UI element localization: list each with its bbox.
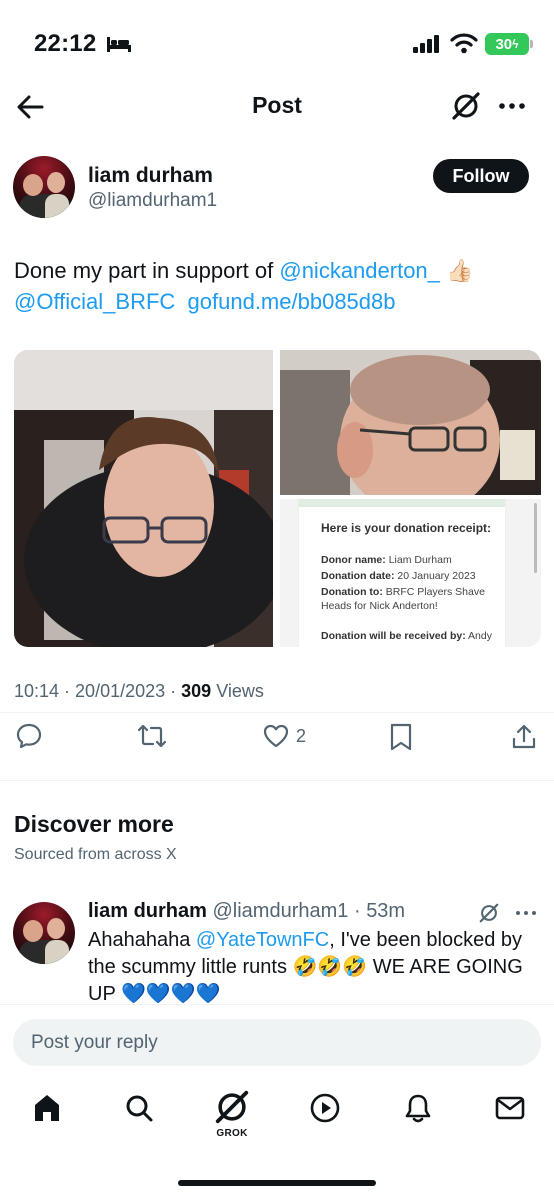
search-icon[interactable] [123, 1092, 155, 1124]
media-photo-selfie[interactable] [14, 350, 273, 647]
post-meta: 10:14 · 20/01/2023 · 309 Views [14, 681, 264, 701]
post-text: Done my part in support of @nickanderton… [14, 255, 534, 317]
more-options-icon[interactable] [514, 903, 538, 923]
media-donation-receipt[interactable]: Here is your donation receipt: Donor nam… [280, 499, 541, 647]
post-actions: 2 [0, 722, 554, 762]
divider [0, 780, 554, 781]
author-name[interactable]: liam durham [88, 164, 213, 188]
battery-nub [530, 40, 533, 48]
repost-icon [137, 724, 167, 748]
grok-icon[interactable] [450, 90, 482, 122]
wifi-icon [450, 33, 478, 54]
receipt-card: Here is your donation receipt: Donor nam… [298, 499, 506, 647]
mention-link[interactable]: @nickanderton_ [279, 258, 440, 283]
mention-link[interactable]: @YateTownFC [196, 929, 329, 951]
views-label: Views [216, 681, 264, 701]
reply-icon [16, 723, 42, 749]
battery-indicator: 30 ϟ [485, 33, 529, 55]
home-icon[interactable] [31, 1092, 63, 1124]
gofundme-link[interactable]: gofund.me/bb085d8b [188, 289, 396, 314]
divider [0, 712, 554, 713]
reply-input[interactable]: Post your reply [13, 1019, 541, 1066]
share-icon [512, 724, 536, 749]
media-grid: Here is your donation receipt: Donor nam… [14, 350, 541, 647]
receipt-received: Donation will be received by: Andy [321, 630, 492, 642]
like-count: 2 [296, 725, 307, 746]
grok-tab-icon[interactable] [213, 1088, 251, 1126]
receipt-donor: Donor name: Liam Durham [321, 554, 452, 566]
share-button[interactable] [510, 722, 538, 752]
author-handle[interactable]: @liamdurham1 [88, 190, 217, 212]
receipt-to: Donation to: BRFC Players Shave Heads fo… [321, 586, 485, 612]
receipt-scrollbar [534, 503, 537, 573]
bookmark-icon [390, 723, 412, 751]
reply-bar: Post your reply [0, 1004, 554, 1079]
grok-icon[interactable] [478, 902, 500, 924]
notifications-bell-icon[interactable] [402, 1092, 434, 1124]
recommended-post-text[interactable]: Ahahahaha @YateTownFC, I've been blocked… [88, 927, 528, 1008]
heart-icon [263, 724, 289, 748]
discover-title: Discover more [14, 811, 174, 837]
recommended-post-age: 53m [366, 900, 406, 922]
signal-icon [413, 35, 439, 53]
recommended-author-name[interactable]: liam durham [88, 900, 207, 922]
mention-link[interactable]: @Official_BRFC [14, 289, 175, 314]
messages-icon[interactable] [494, 1092, 526, 1124]
post-time: 10:14 [14, 681, 60, 701]
author-avatar[interactable] [13, 156, 75, 218]
receipt-date: Donation date: 20 January 2023 [321, 570, 476, 582]
charging-icon: ϟ [512, 37, 519, 51]
post-date: 20/01/2023 [75, 681, 166, 701]
like-button[interactable]: 2 [262, 722, 306, 750]
follow-button[interactable]: Follow [433, 159, 529, 193]
bookmark-button[interactable] [388, 722, 414, 752]
home-indicator [178, 1180, 376, 1186]
grok-tab-label[interactable]: GROK [211, 1128, 253, 1139]
recommended-author-line[interactable]: liam durham @liamdurham1 · 53m [88, 900, 405, 923]
recommended-author-handle: @liamdurham1 [212, 900, 349, 922]
recommended-text-intro: Ahahahaha [88, 929, 196, 951]
reply-button[interactable] [15, 722, 43, 750]
status-time: 22:12 [34, 30, 97, 57]
media-photo-shaved-head[interactable] [280, 350, 541, 495]
battery-level: 30 [495, 35, 513, 53]
recommended-author-avatar[interactable] [13, 902, 75, 964]
video-icon[interactable] [309, 1092, 341, 1124]
nav-header: Post [0, 80, 554, 134]
repost-button[interactable] [136, 722, 168, 750]
bed-icon [107, 37, 131, 52]
post-text-intro: Done my part in support of [14, 258, 280, 283]
discover-subtitle: Sourced from across X [14, 846, 177, 863]
receipt-title: Here is your donation receipt: [321, 521, 492, 535]
views-count[interactable]: 309 [181, 681, 211, 701]
more-options-icon[interactable] [496, 92, 528, 120]
status-bar: 22:12 30 ϟ [0, 0, 554, 80]
thumbs-up-emoji: 👍🏻 [446, 258, 474, 283]
